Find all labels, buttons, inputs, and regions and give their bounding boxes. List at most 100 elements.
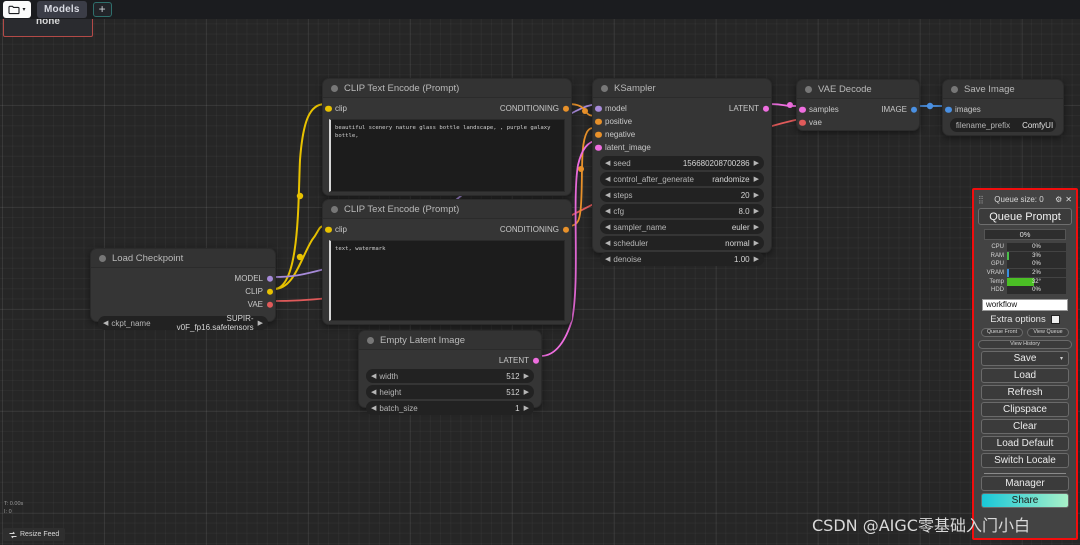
queue-front-button[interactable]: Queue Front xyxy=(981,327,1023,337)
output-slot-vae[interactable]: VAE xyxy=(91,298,275,311)
widget-width[interactable]: ◀ width 512 ▶ xyxy=(366,369,534,383)
increment-arrow-icon[interactable]: ▶ xyxy=(754,207,759,215)
widget-value[interactable]: normal xyxy=(648,239,754,248)
widget-sampler-name[interactable]: ◀ sampler_name euler ▶ xyxy=(600,220,764,234)
manager-button[interactable]: Manager xyxy=(981,475,1069,491)
widget-denoise[interactable]: ◀ denoise 1.00 ▶ xyxy=(600,252,764,266)
increment-arrow-icon[interactable]: ▶ xyxy=(258,319,263,327)
port-images-icon[interactable] xyxy=(945,106,952,113)
close-icon[interactable]: ✕ xyxy=(1065,195,1072,204)
node-title-bar[interactable]: VAE Decode xyxy=(797,80,919,99)
widget-value[interactable]: ComfyUI xyxy=(1022,121,1053,130)
node-title-bar[interactable]: Load Checkpoint xyxy=(91,249,275,268)
drag-grip-icon[interactable]: ⣿ xyxy=(978,195,984,204)
queue-prompt-button[interactable]: Queue Prompt xyxy=(978,208,1072,225)
input-slot-images[interactable]: images xyxy=(943,103,1063,116)
widget-ckpt-name[interactable]: ◀ ckpt_name SUPIR-v0F_fp16.safetensors ▶ xyxy=(98,314,268,332)
port-clip-icon[interactable] xyxy=(325,226,332,233)
output-slot-latent[interactable]: LATENT xyxy=(729,102,771,115)
output-slot-clip[interactable]: CLIP xyxy=(91,285,275,298)
port-clip-icon[interactable] xyxy=(266,288,273,295)
input-slot-positive[interactable]: positive xyxy=(593,115,771,128)
node-load-checkpoint[interactable]: Load Checkpoint MODEL CLIP VAE ◀ ckpt_na… xyxy=(90,248,276,332)
input-slot-clip[interactable]: clip xyxy=(323,102,347,115)
node-save-image[interactable]: Save Image images filename_prefix ComfyU… xyxy=(942,79,1064,136)
extra-options-row[interactable]: Extra options xyxy=(978,314,1072,325)
collapse-dot-icon[interactable] xyxy=(331,84,338,92)
port-latent-icon[interactable] xyxy=(762,105,769,112)
widget-value[interactable]: 1 xyxy=(418,404,524,413)
widget-control-after-generate[interactable]: ◀ control_after_generate randomize ▶ xyxy=(600,172,764,186)
input-slot-model[interactable]: model xyxy=(593,102,627,115)
port-model-icon[interactable] xyxy=(595,105,602,112)
chevron-down-icon[interactable]: ▾ xyxy=(1060,355,1063,362)
widget-filename-prefix[interactable]: filename_prefix ComfyUI xyxy=(950,118,1056,132)
increment-arrow-icon[interactable]: ▶ xyxy=(754,191,759,199)
workflow-name-input[interactable]: workflow xyxy=(982,298,1068,311)
comfy-menu-panel[interactable]: ⣿ Queue size: 0 ⚙ ✕ Queue Prompt 0% CPU … xyxy=(972,188,1078,540)
input-slot-clip[interactable]: clip xyxy=(323,223,347,236)
load-default-button[interactable]: Load Default xyxy=(981,435,1069,451)
input-slot-samples[interactable]: samples xyxy=(797,103,839,116)
collapse-dot-icon[interactable] xyxy=(601,84,608,92)
port-negative-icon[interactable] xyxy=(595,131,602,138)
widget-seed[interactable]: ◀ seed 156680208700286 ▶ xyxy=(600,156,764,170)
collapse-dot-icon[interactable] xyxy=(331,205,338,213)
increment-arrow-icon[interactable]: ▶ xyxy=(524,388,529,396)
widget-batch-size[interactable]: ◀ batch_size 1 ▶ xyxy=(366,401,534,415)
node-title-bar[interactable]: KSampler xyxy=(593,79,771,98)
port-latent-icon[interactable] xyxy=(532,357,539,364)
top-toolbar[interactable]: ▾ Models + xyxy=(0,0,1080,19)
collapse-dot-icon[interactable] xyxy=(99,254,106,262)
widget-value[interactable]: 20 xyxy=(633,191,754,200)
tab-models[interactable]: Models xyxy=(37,1,87,18)
extra-options-checkbox[interactable] xyxy=(1050,314,1060,324)
resize-feed-button[interactable]: Resize Feed xyxy=(3,528,66,541)
refresh-button[interactable]: Refresh xyxy=(981,384,1069,400)
increment-arrow-icon[interactable]: ▶ xyxy=(524,372,529,380)
widget-value[interactable]: 512 xyxy=(398,372,524,381)
node-vae-decode[interactable]: VAE Decode samples IMAGE vae xyxy=(796,79,920,131)
output-slot-conditioning[interactable]: CONDITIONING xyxy=(500,102,571,115)
port-conditioning-icon[interactable] xyxy=(562,105,569,112)
port-samples-icon[interactable] xyxy=(799,106,806,113)
node-clip-text-encode-positive[interactable]: CLIP Text Encode (Prompt) clip CONDITION… xyxy=(322,78,572,196)
node-title-bar[interactable]: Empty Latent Image xyxy=(359,331,541,350)
port-clip-icon[interactable] xyxy=(325,105,332,112)
collapse-dot-icon[interactable] xyxy=(805,85,812,93)
port-positive-icon[interactable] xyxy=(595,118,602,125)
add-tab-button[interactable]: + xyxy=(92,2,112,17)
widget-value[interactable]: 1.00 xyxy=(641,255,753,264)
collapse-dot-icon[interactable] xyxy=(951,85,958,93)
widget-value[interactable]: 156680208700286 xyxy=(631,159,754,168)
prompt-textarea-negative[interactable]: text, watermark xyxy=(329,240,565,321)
output-slot-model[interactable]: MODEL xyxy=(91,272,275,285)
output-slot-image[interactable]: IMAGE xyxy=(881,103,919,116)
input-slot-negative[interactable]: negative xyxy=(593,128,771,141)
node-title-bar[interactable]: Save Image xyxy=(943,80,1063,99)
switch-locale-button[interactable]: Switch Locale xyxy=(981,452,1069,468)
clipspace-button[interactable]: Clipspace xyxy=(981,401,1069,417)
increment-arrow-icon[interactable]: ▶ xyxy=(754,255,759,263)
node-ksampler[interactable]: KSampler model LATENT positive negative xyxy=(592,78,772,266)
share-button[interactable]: Share xyxy=(981,492,1069,508)
gear-icon[interactable]: ⚙ xyxy=(1055,195,1062,204)
widget-value[interactable]: SUPIR-v0F_fp16.safetensors xyxy=(151,314,258,332)
output-slot-latent[interactable]: LATENT xyxy=(359,354,541,367)
port-conditioning-icon[interactable] xyxy=(562,226,569,233)
output-slot-conditioning[interactable]: CONDITIONING xyxy=(500,223,571,236)
node-title-bar[interactable]: CLIP Text Encode (Prompt) xyxy=(323,200,571,219)
port-image-icon[interactable] xyxy=(910,106,917,113)
increment-arrow-icon[interactable]: ▶ xyxy=(754,239,759,247)
prompt-textarea-positive[interactable]: beautiful scenery nature glass bottle la… xyxy=(329,119,565,192)
save-button[interactable]: Save ▾ xyxy=(981,350,1069,366)
widget-scheduler[interactable]: ◀ scheduler normal ▶ xyxy=(600,236,764,250)
node-clip-text-encode-negative[interactable]: CLIP Text Encode (Prompt) clip CONDITION… xyxy=(322,199,572,325)
increment-arrow-icon[interactable]: ▶ xyxy=(524,404,529,412)
input-slot-latent-image[interactable]: latent_image xyxy=(593,141,771,154)
port-vae-icon[interactable] xyxy=(799,119,806,126)
folder-menu-button[interactable]: ▾ xyxy=(3,1,31,18)
port-latent-image-icon[interactable] xyxy=(595,144,602,151)
node-title-bar[interactable]: CLIP Text Encode (Prompt) xyxy=(323,79,571,98)
widget-steps[interactable]: ◀ steps 20 ▶ xyxy=(600,188,764,202)
